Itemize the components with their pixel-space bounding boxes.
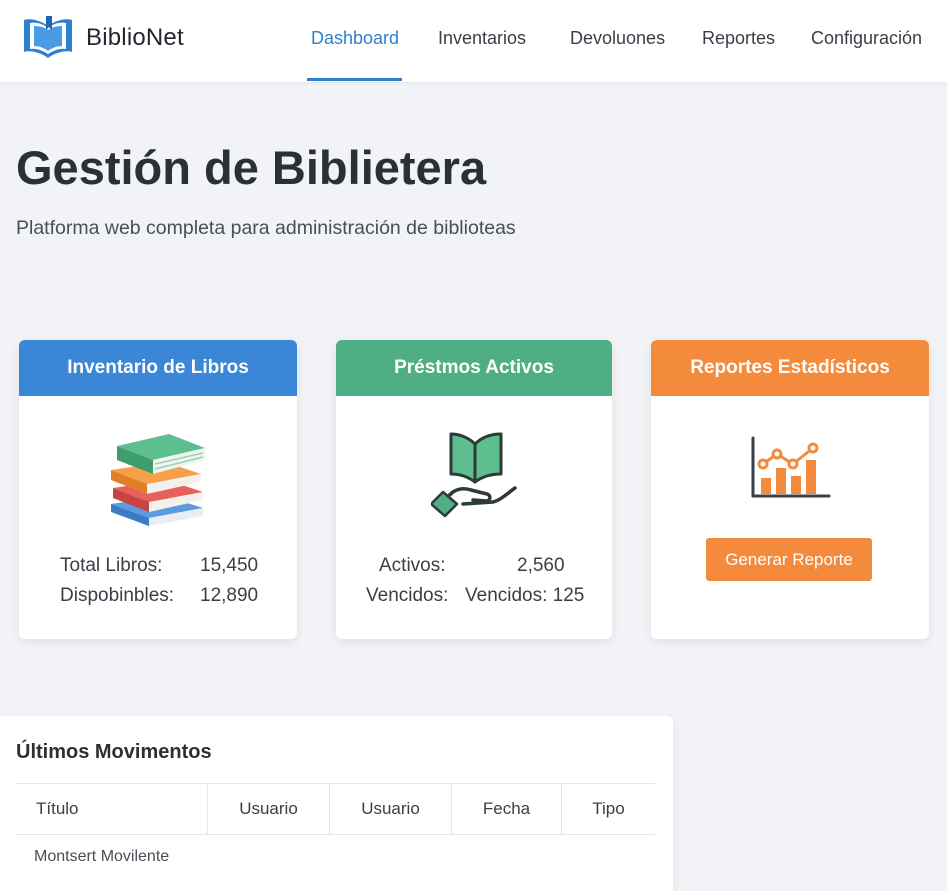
book-stack-icon <box>105 426 209 533</box>
table-row[interactable]: Montsert Movilente <box>34 848 169 866</box>
page-subtitle: Platforma web completa para administraci… <box>16 217 516 239</box>
total-books-value: 15,450 <box>200 555 259 576</box>
brand[interactable]: BiblioNet <box>20 12 184 64</box>
bar-line-chart-icon <box>749 434 833 507</box>
nav-devoluciones[interactable]: Devoluones <box>570 28 665 58</box>
reports-card[interactable]: Reportes Estadísticos Generar Reporte <box>651 340 929 639</box>
column-header-usuario[interactable]: Usuario <box>207 784 329 834</box>
active-loans-value: 2,560 <box>517 555 565 576</box>
active-tab-indicator <box>307 78 402 81</box>
column-header-usuario-2[interactable]: Usuario <box>329 784 451 834</box>
loans-card-header: Préstmos Activos <box>336 340 612 396</box>
page-title: Gestión de Biblietera <box>16 141 487 194</box>
overdue-loans-row: Vencidos: Vencidos: 125 <box>336 585 612 613</box>
active-loans-row: Activos: 2,560 <box>336 555 612 583</box>
nav-dashboard[interactable]: Dashboard <box>311 28 399 58</box>
nav-configuracion[interactable]: Configuración <box>811 28 922 58</box>
column-header-titulo[interactable]: Título <box>16 784 207 834</box>
generate-report-button[interactable]: Generar Reporte <box>706 538 872 581</box>
total-books-label: Total Libros: <box>60 555 163 576</box>
hand-holding-book-icon <box>429 428 521 529</box>
column-header-tipo[interactable]: Tipo <box>561 784 655 834</box>
nav-reportes[interactable]: Reportes <box>702 28 775 58</box>
top-navbar: BiblioNet Dashboard Inventarios Devoluon… <box>0 0 947 82</box>
available-books-label: Dispobinbles: <box>60 585 175 606</box>
movements-table-header: Título Usuario Usuario Fecha Tipo <box>16 783 655 835</box>
nav-inventarios[interactable]: Inventarios <box>438 28 526 58</box>
overdue-loans-label: Vencidos: <box>366 585 449 606</box>
movements-title: Últimos Movimentos <box>16 741 212 763</box>
column-header-fecha[interactable]: Fecha <box>451 784 561 834</box>
reports-card-header: Reportes Estadísticos <box>651 340 929 396</box>
available-books-row: Dispobinbles: 12,890 <box>19 585 297 613</box>
loans-card[interactable]: Préstmos Activos Activos: 2,560 Vencidos… <box>336 340 612 639</box>
active-loans-label: Activos: <box>379 555 446 576</box>
total-books-row: Total Libros: 15,450 <box>19 555 297 583</box>
available-books-value: 12,890 <box>200 585 259 606</box>
inventory-card-header: Inventario de Libros <box>19 340 297 396</box>
inventory-card[interactable]: Inventario de Libros Total Libros: 15,45… <box>19 340 297 639</box>
open-book-logo-icon <box>20 12 76 64</box>
overdue-loans-value: Vencidos: 125 <box>465 585 585 606</box>
app-name: BiblioNet <box>86 24 184 51</box>
